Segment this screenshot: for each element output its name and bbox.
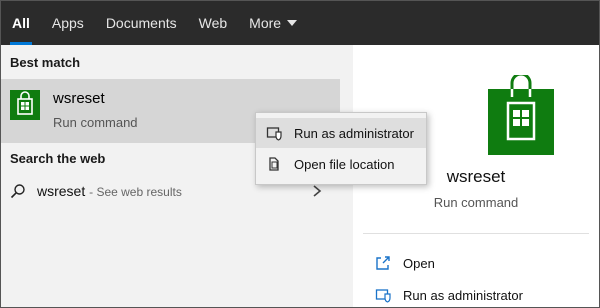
tab-label: More: [249, 15, 282, 31]
folder-icon: [269, 157, 279, 171]
context-open-file-location[interactable]: Open file location: [256, 149, 426, 179]
context-run-as-admin[interactable]: Run as administrator: [256, 118, 426, 148]
result-type: Run command: [53, 115, 138, 130]
shield-icon: [266, 127, 282, 141]
tab-more[interactable]: More: [238, 1, 308, 45]
caret-down-icon: [287, 20, 298, 26]
tab-label: Documents: [105, 15, 177, 31]
divider: [363, 233, 589, 234]
run-as-admin-action[interactable]: Run as administrator: [375, 285, 523, 305]
tab-label: Apps: [51, 15, 84, 31]
context-item-label: Run as administrator: [294, 125, 414, 141]
best-match-heading: Best match: [10, 55, 81, 70]
web-query: wsreset - See web results: [37, 183, 182, 199]
search-window: All Apps Documents Web More Best match w…: [0, 0, 600, 308]
tab-label: Web: [198, 15, 228, 31]
chevron-right-icon[interactable]: [310, 184, 324, 198]
action-label: Open: [403, 255, 435, 271]
search-web-heading: Search the web: [10, 151, 106, 166]
tab-documents[interactable]: Documents: [95, 1, 188, 45]
shield-icon: [375, 289, 391, 303]
tab-web[interactable]: Web: [188, 1, 239, 45]
context-menu: Run as administrator Open file location: [255, 112, 427, 185]
search-icon: [10, 184, 25, 199]
tab-apps[interactable]: Apps: [41, 1, 95, 45]
result-name: wsreset: [53, 90, 105, 107]
action-label: Run as administrator: [403, 287, 523, 303]
tab-label: All: [12, 15, 30, 31]
web-hint: - See web results: [89, 185, 182, 199]
search-tab-bar: All Apps Documents Web More: [1, 1, 599, 45]
web-query-text: wsreset: [37, 183, 86, 199]
tab-all[interactable]: All: [1, 1, 41, 45]
store-icon: [10, 90, 40, 120]
store-icon: [488, 75, 554, 155]
open-icon: [376, 256, 390, 270]
open-action[interactable]: Open: [375, 253, 435, 273]
context-item-label: Open file location: [294, 156, 395, 172]
preview-app-type: Run command: [433, 195, 519, 210]
